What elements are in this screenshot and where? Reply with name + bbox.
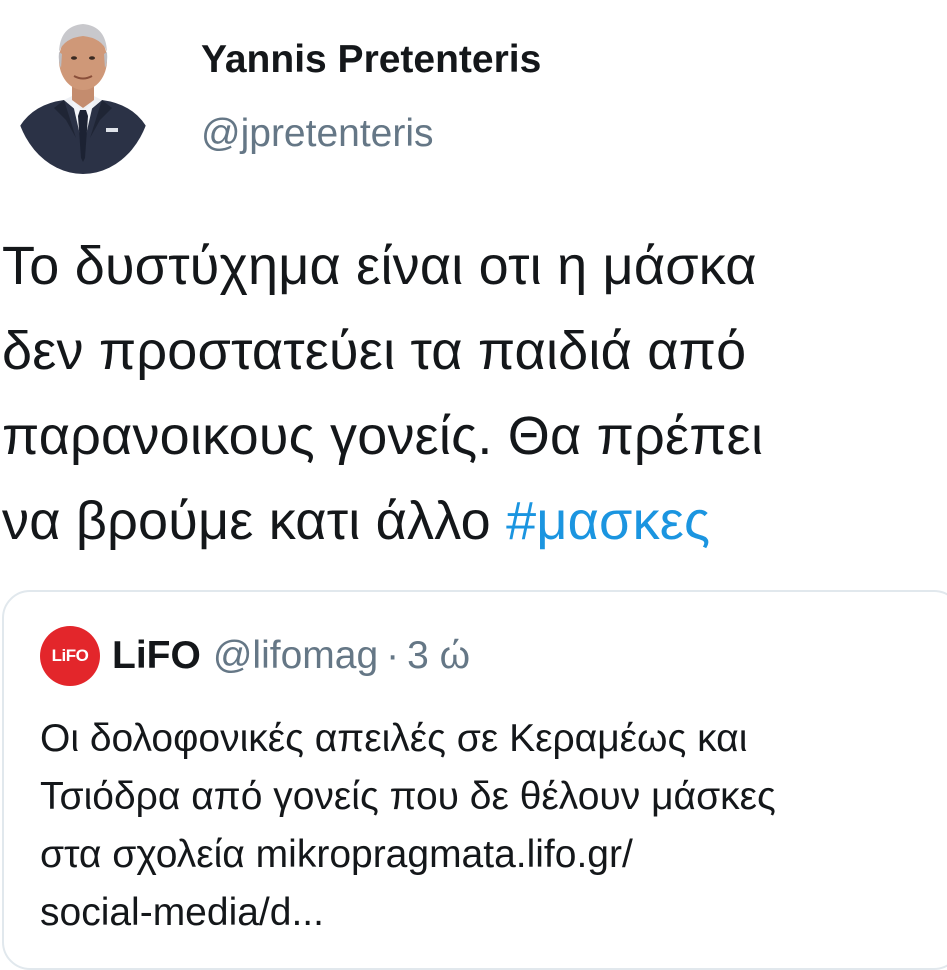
author-display-name[interactable]: Yannis Pretenteris bbox=[201, 38, 541, 82]
quoted-author-handle[interactable]: @lifomag bbox=[213, 634, 378, 678]
author-handle[interactable]: @jpretenteris bbox=[201, 112, 434, 156]
quoted-text-line: στα σχολεία mikropragmata.lifo.gr/ bbox=[40, 833, 633, 876]
hashtag-link[interactable]: #μασκες bbox=[506, 491, 710, 551]
lifo-logo-icon[interactable]: LiFO bbox=[40, 626, 100, 686]
tweet-body: Το δυστύχημα είναι οτι η μάσκα δεν προστ… bbox=[2, 224, 947, 564]
tweet-card: Yannis Pretenteris @jpretenteris Το δυστ… bbox=[0, 0, 947, 970]
quoted-tweet-body: Οι δολοφονικές απειλές σε Κεραμέως και Τ… bbox=[40, 710, 940, 942]
quoted-tweet-card[interactable]: LiFO LiFO @lifomag · 3 ώ Οι δολοφονικές … bbox=[2, 590, 947, 970]
tweet-text-line: δεν προστατεύει τα παιδιά από bbox=[2, 321, 747, 381]
quoted-text-line: Οι δολοφονικές απειλές σε Κεραμέως και bbox=[40, 717, 748, 760]
quoted-author-name[interactable]: LiFO bbox=[112, 634, 201, 678]
quoted-tweet-header: LiFO LiFO @lifomag · 3 ώ bbox=[40, 626, 470, 686]
tweet-text-line: Το δυστύχημα είναι οτι η μάσκα bbox=[2, 236, 757, 296]
tweet-text-line-last: να βρούμε κατι άλλο #μασκες bbox=[2, 479, 947, 564]
quoted-timestamp[interactable]: 3 ώ bbox=[407, 634, 470, 678]
author-avatar[interactable] bbox=[14, 8, 152, 174]
tweet-text-fragment: να βρούμε κατι άλλο bbox=[2, 491, 507, 551]
quoted-text-line: social-media/d... bbox=[40, 891, 324, 934]
profile-photo-icon bbox=[14, 8, 152, 174]
tweet-text-line: παρανοικους γονείς. Θα πρέπει bbox=[2, 406, 764, 466]
quoted-text-line: Τσιόδρα από γονείς που δε θέλουν μάσκες bbox=[40, 775, 776, 818]
separator-dot: · bbox=[386, 634, 400, 677]
lifo-logo-text: LiFO bbox=[51, 646, 89, 665]
